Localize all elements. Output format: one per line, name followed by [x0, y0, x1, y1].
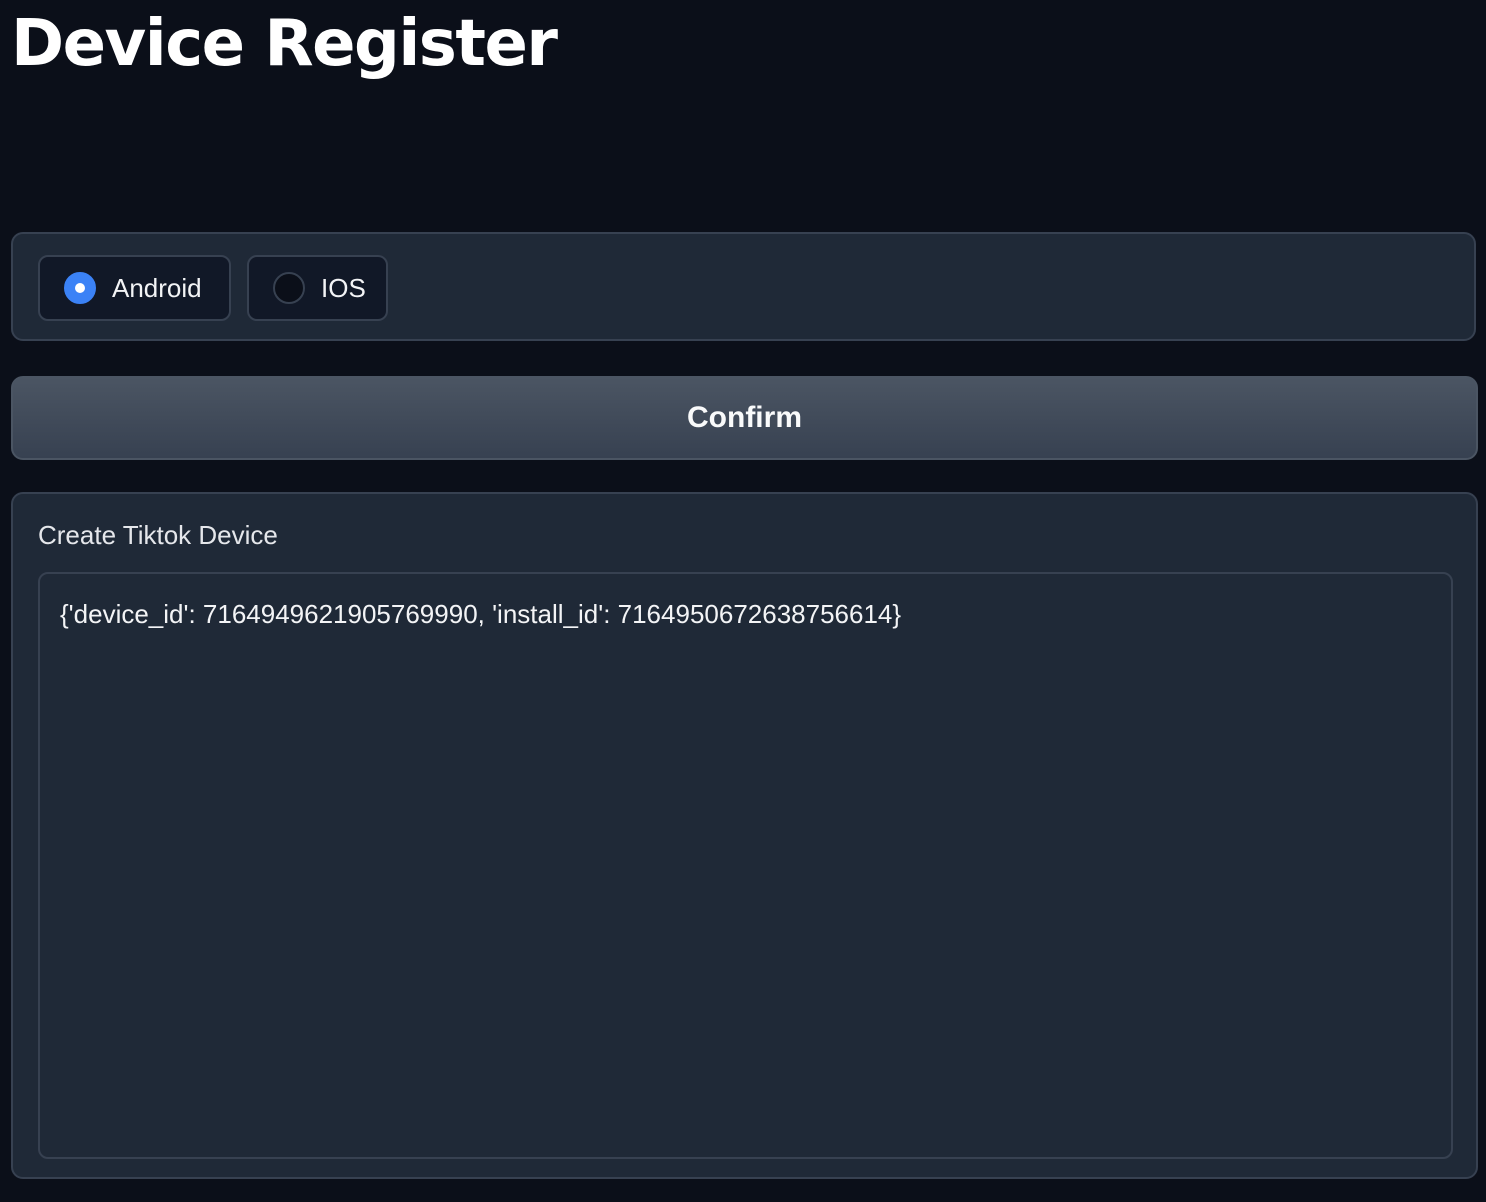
- output-label: Create Tiktok Device: [38, 520, 278, 550]
- output-textarea[interactable]: {'device_id': 7164949621905769990, 'inst…: [38, 572, 1453, 1159]
- platform-radio-group: Android IOS: [11, 232, 1476, 341]
- radio-button-android[interactable]: [64, 272, 96, 304]
- output-panel: Create Tiktok Device {'device_id': 71649…: [11, 492, 1478, 1179]
- radio-option-ios[interactable]: IOS: [247, 255, 388, 321]
- page-title: Device Register: [11, 7, 558, 81]
- radio-button-ios[interactable]: [273, 272, 305, 304]
- radio-label-ios: IOS: [321, 272, 366, 303]
- confirm-button[interactable]: Confirm: [11, 376, 1478, 460]
- radio-option-android[interactable]: Android: [38, 255, 231, 321]
- radio-label-android: Android: [112, 272, 202, 303]
